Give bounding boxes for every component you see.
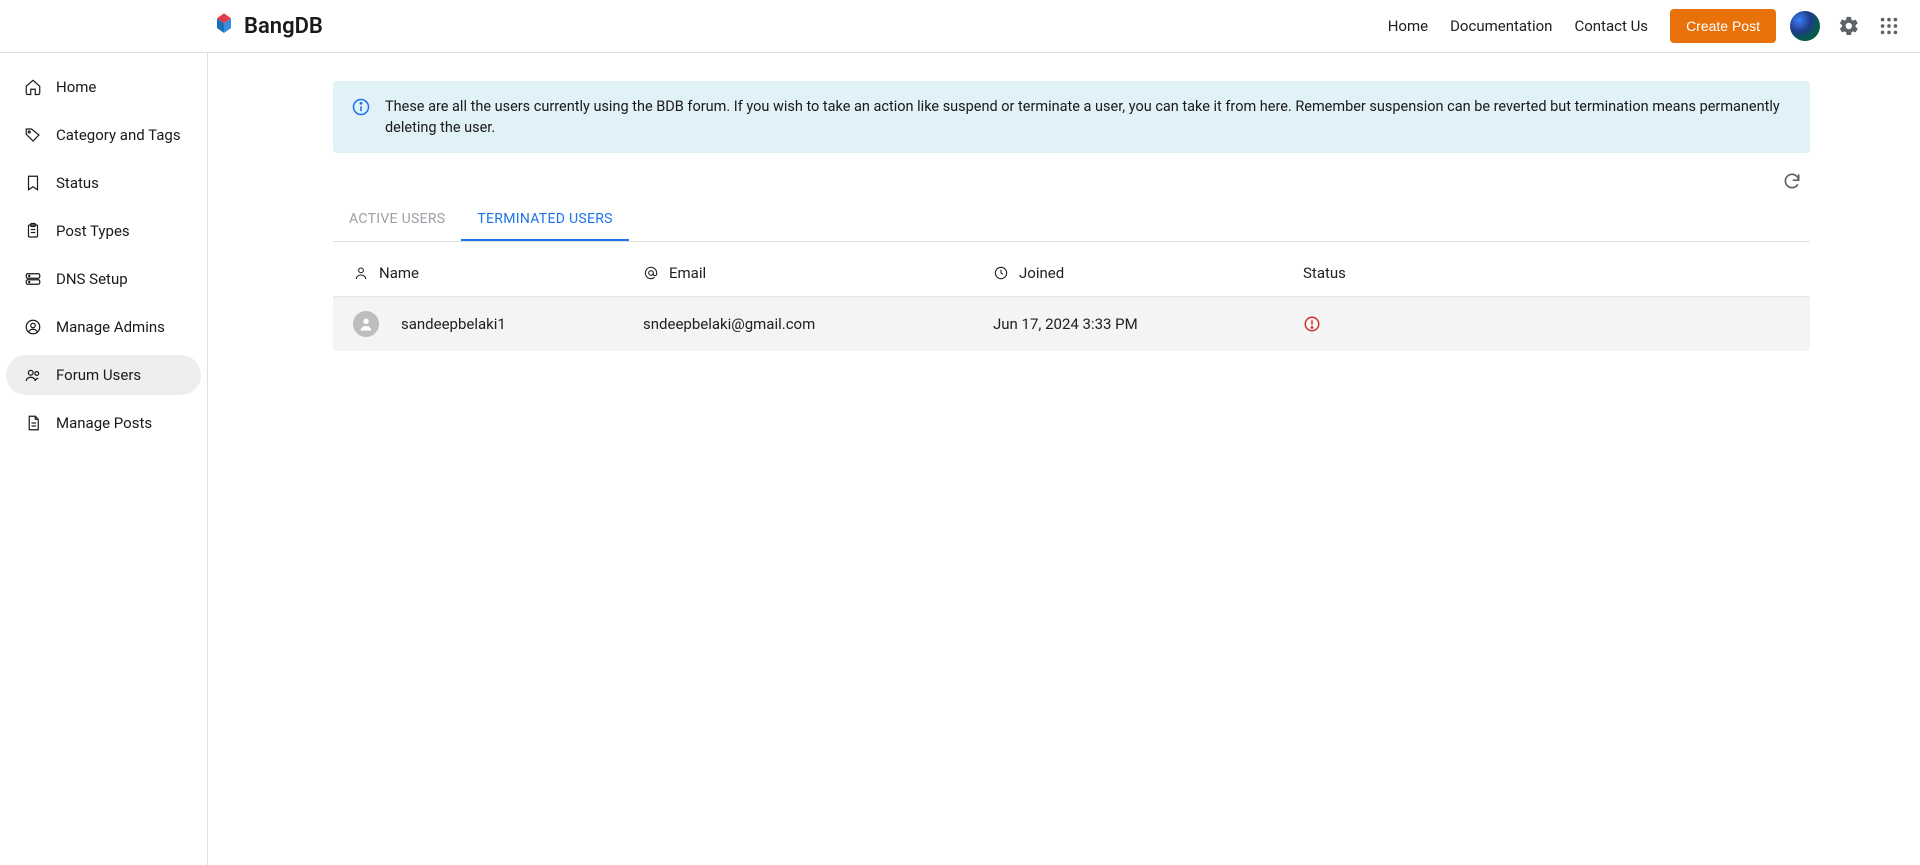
user-avatar[interactable] bbox=[1790, 11, 1820, 41]
table-row[interactable]: sandeepbelaki1 sndeepbelaki@gmail.com Ju… bbox=[333, 297, 1810, 351]
terminated-status-icon bbox=[1303, 315, 1321, 333]
sidebar-item-label: Manage Admins bbox=[56, 318, 165, 336]
sidebar: Home Category and Tags Status Post Types… bbox=[0, 53, 208, 865]
tab-active-users[interactable]: ACTIVE USERS bbox=[333, 199, 461, 241]
header: BangDB Home Documentation Contact Us Cre… bbox=[0, 0, 1920, 53]
clipboard-icon bbox=[24, 222, 42, 240]
brand-logo[interactable]: BangDB bbox=[210, 12, 323, 40]
tag-icon bbox=[24, 126, 42, 144]
th-status: Status bbox=[1303, 264, 1346, 282]
sidebar-item-manage-posts[interactable]: Manage Posts bbox=[6, 403, 201, 443]
sidebar-item-home[interactable]: Home bbox=[6, 67, 201, 107]
sidebar-item-status[interactable]: Status bbox=[6, 163, 201, 203]
tab-terminated-users[interactable]: TERMINATED USERS bbox=[461, 199, 628, 241]
at-icon bbox=[643, 265, 659, 281]
brand-name: BangDB bbox=[244, 14, 323, 39]
row-joined: Jun 17, 2024 3:33 PM bbox=[993, 315, 1138, 333]
sidebar-item-forum-users[interactable]: Forum Users bbox=[6, 355, 201, 395]
create-post-button[interactable]: Create Post bbox=[1670, 9, 1776, 43]
bangdb-logo-icon bbox=[210, 12, 238, 40]
table-header: Name Email Joined Status bbox=[333, 250, 1810, 297]
sidebar-item-dns-setup[interactable]: DNS Setup bbox=[6, 259, 201, 299]
sidebar-item-label: Status bbox=[56, 174, 99, 192]
row-avatar-icon bbox=[353, 311, 379, 337]
top-nav: Home Documentation Contact Us Create Pos… bbox=[1388, 9, 1776, 43]
settings-icon[interactable] bbox=[1838, 15, 1860, 37]
row-name: sandeepbelaki1 bbox=[401, 315, 506, 333]
tabs: ACTIVE USERS TERMINATED USERS bbox=[333, 199, 1810, 242]
nav-home[interactable]: Home bbox=[1388, 17, 1428, 35]
main-content: These are all the users currently using … bbox=[208, 53, 1920, 865]
server-icon bbox=[24, 270, 42, 288]
sidebar-item-post-types[interactable]: Post Types bbox=[6, 211, 201, 251]
nav-documentation[interactable]: Documentation bbox=[1450, 17, 1552, 35]
sidebar-item-label: Forum Users bbox=[56, 366, 141, 384]
users-table: Name Email Joined Status bbox=[333, 250, 1810, 351]
sidebar-item-manage-admins[interactable]: Manage Admins bbox=[6, 307, 201, 347]
th-joined: Joined bbox=[1019, 264, 1064, 282]
info-icon bbox=[351, 97, 371, 117]
th-name: Name bbox=[379, 264, 419, 282]
nav-contact-us[interactable]: Contact Us bbox=[1574, 17, 1648, 35]
home-icon bbox=[24, 78, 42, 96]
row-email: sndeepbelaki@gmail.com bbox=[643, 315, 815, 333]
sidebar-item-label: Category and Tags bbox=[56, 126, 181, 144]
sidebar-item-label: DNS Setup bbox=[56, 270, 128, 288]
document-icon bbox=[24, 414, 42, 432]
bookmark-icon bbox=[24, 174, 42, 192]
info-banner: These are all the users currently using … bbox=[333, 81, 1810, 153]
refresh-icon[interactable] bbox=[1782, 171, 1802, 191]
info-banner-text: These are all the users currently using … bbox=[385, 96, 1792, 138]
apps-icon[interactable] bbox=[1878, 15, 1900, 37]
sidebar-item-label: Home bbox=[56, 78, 96, 96]
sidebar-item-label: Post Types bbox=[56, 222, 130, 240]
sidebar-item-category-tags[interactable]: Category and Tags bbox=[6, 115, 201, 155]
clock-icon bbox=[993, 265, 1009, 281]
th-email: Email bbox=[669, 264, 706, 282]
sidebar-item-label: Manage Posts bbox=[56, 414, 152, 432]
users-icon bbox=[24, 366, 42, 384]
user-circle-icon bbox=[24, 318, 42, 336]
person-icon bbox=[353, 265, 369, 281]
